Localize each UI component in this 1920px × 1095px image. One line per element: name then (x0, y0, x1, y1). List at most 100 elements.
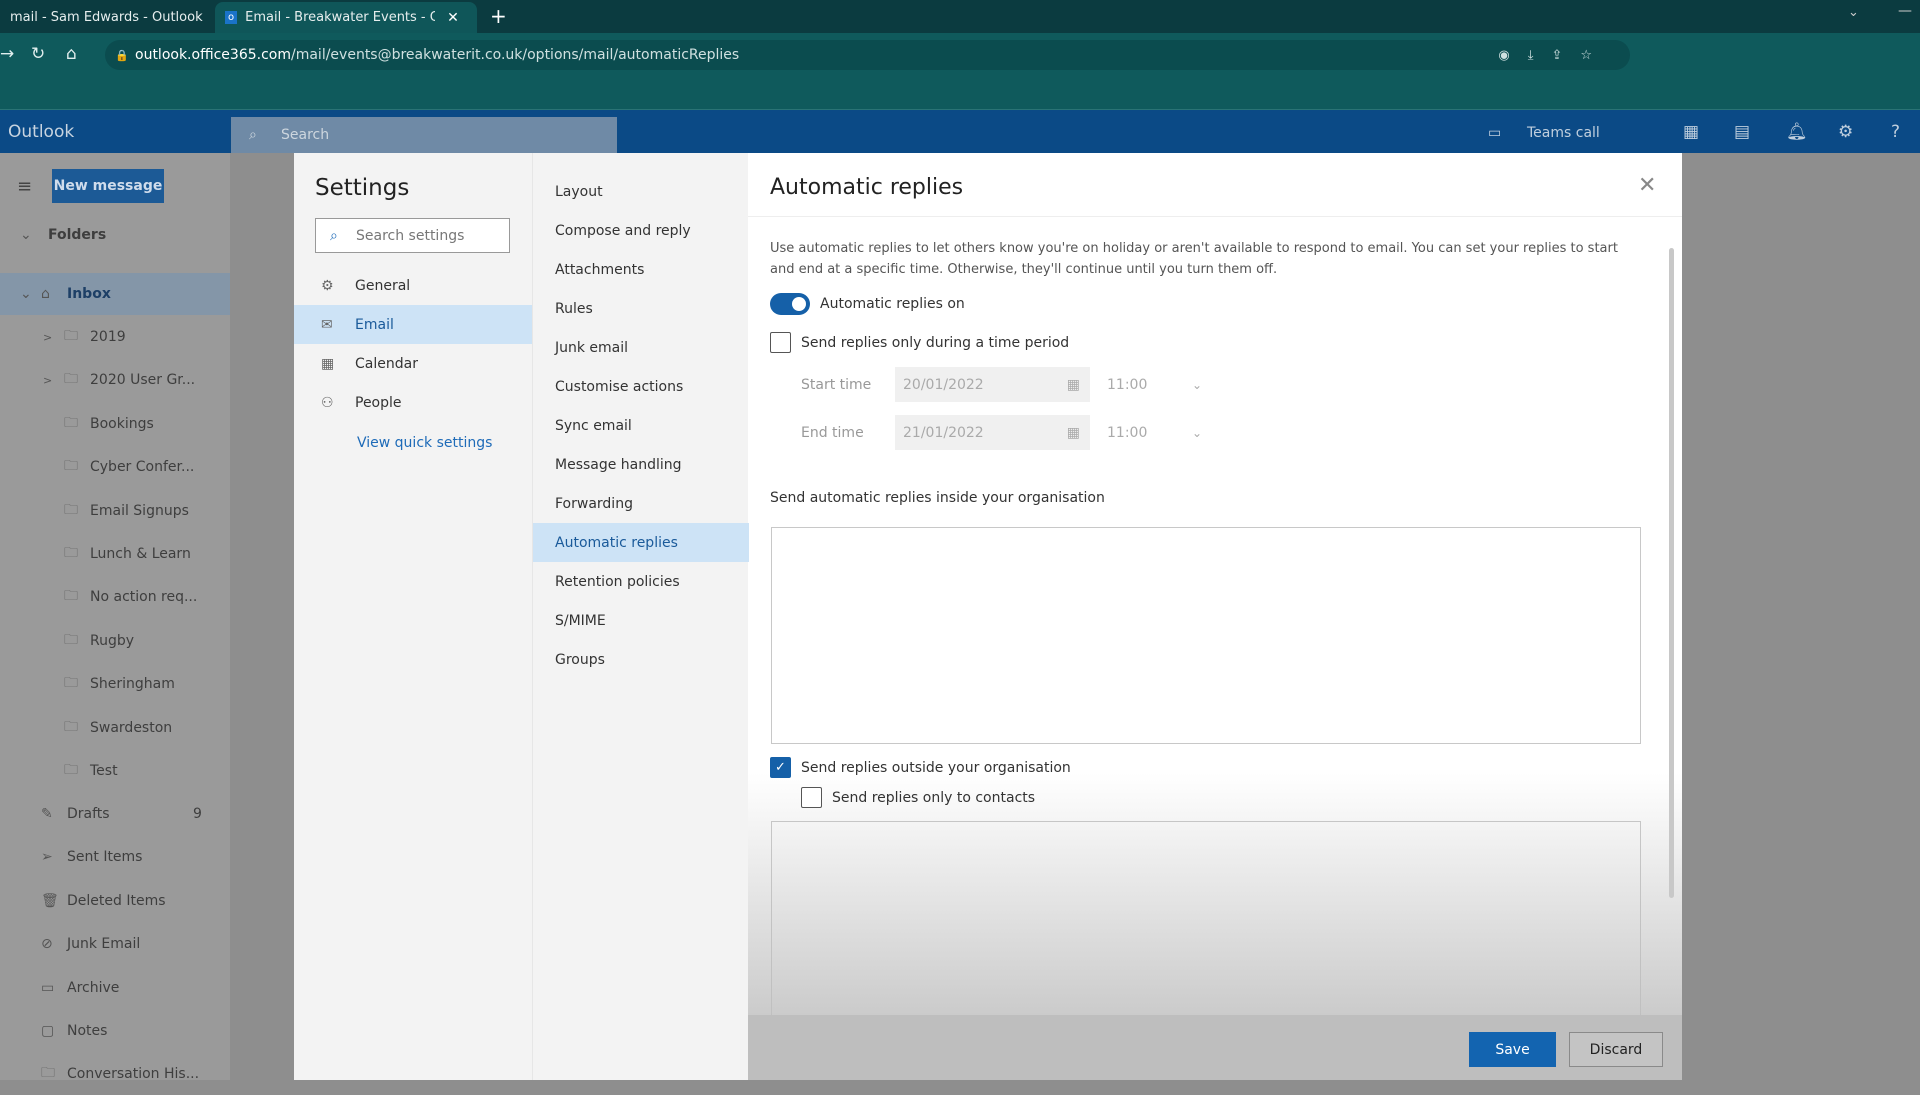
gear-icon[interactable]: ⚙ (1838, 122, 1853, 142)
unread-count: 9 (193, 806, 202, 822)
end-date-field[interactable]: 21/01/2022 ▦ (895, 415, 1090, 450)
close-icon[interactable]: ✕ (1638, 173, 1656, 198)
email-section-item[interactable]: S/MIME (533, 601, 749, 640)
subfolder-item[interactable]: 🗀︎ Rugby (0, 620, 230, 662)
calendar-icon[interactable]: ▦ (1067, 377, 1080, 393)
email-section-item[interactable]: Message handling (533, 445, 749, 484)
calendar-icon[interactable]: ▦ (1067, 425, 1080, 441)
forward-icon[interactable]: → (0, 44, 14, 64)
subfolder-item[interactable]: > 🗀︎ 2020 User Gr... (0, 359, 230, 401)
home-icon[interactable]: ⌂ (66, 44, 77, 64)
folder-item[interactable]: ▢ Notes (0, 1010, 230, 1052)
save-button[interactable]: Save (1469, 1032, 1556, 1067)
settings-category-calendar[interactable]: ▦ Calendar (294, 344, 532, 383)
new-tab-icon[interactable]: + (490, 4, 507, 28)
address-bar-actions-icon[interactable]: ◉⤓⇪☆ (1498, 48, 1610, 63)
browser-tab-active[interactable]: o Email - Breakwater Events - Outlo ✕ (215, 2, 477, 33)
calendar-check-icon[interactable]: ▤ (1734, 122, 1750, 142)
start-date-field[interactable]: 20/01/2022 ▦ (895, 367, 1090, 402)
inside-message-editor[interactable] (771, 527, 1641, 744)
folder-item[interactable]: ✎ Drafts 9 (0, 793, 230, 835)
email-section-item[interactable]: Compose and reply (533, 211, 749, 250)
note-icon: ▢ (41, 1023, 55, 1039)
contacts-only-row[interactable]: Send replies only to contacts (801, 787, 1035, 808)
email-section-item[interactable]: Groups (533, 640, 749, 679)
close-tab-icon[interactable]: ✕ (447, 10, 459, 26)
address-bar[interactable]: 🔒 outlook.office365.com/mail/events@break… (105, 40, 1630, 70)
settings-search-input[interactable]: ⌕ Search settings (315, 218, 510, 253)
contacts-only-label: Send replies only to contacts (832, 789, 1036, 806)
subfolder-item[interactable]: 🗀︎ Sheringham (0, 663, 230, 705)
subfolder-item[interactable]: 🗀︎ Test (0, 750, 230, 792)
word-icon[interactable]: ▦ (1683, 122, 1699, 142)
bell-icon[interactable]: 🔔︎ (1786, 122, 1808, 142)
auto-replies-toggle[interactable] (770, 293, 810, 315)
folder-item[interactable]: 🗑︎ Deleted Items (0, 880, 230, 922)
folder-item[interactable]: ▭ Archive (0, 967, 230, 1009)
browser-tab-bar: mail - Sam Edwards - Outlook✕ oEmail - B… (0, 0, 1920, 33)
settings-category-people[interactable]: ⚇ People (294, 383, 532, 422)
chevron-down-icon[interactable]: ⌄ (1192, 426, 1202, 440)
end-date: 21/01/2022 (903, 424, 984, 441)
browser-tab[interactable]: mail - Sam Edwards - Outlook✕ (0, 2, 212, 33)
start-date: 20/01/2022 (903, 376, 984, 393)
end-time-select[interactable]: 11:00 (1107, 425, 1192, 441)
video-icon[interactable]: ▭ (1488, 125, 1501, 141)
email-section-item[interactable]: Customise actions (533, 367, 749, 406)
subfolder-item[interactable]: 🗀︎ Cyber Confer... (0, 446, 230, 488)
outlook-brand[interactable]: Outlook (8, 122, 74, 142)
email-section-item[interactable]: Forwarding (533, 484, 749, 523)
minimize-icon[interactable]: — (1898, 3, 1912, 19)
settings-category-email[interactable]: ✉ Email (294, 305, 532, 344)
folder-label: Cyber Confer... (90, 459, 195, 476)
outside-org-checkbox[interactable]: ✓ (770, 757, 791, 778)
subfolder-item[interactable]: 🗀︎ Swardeston (0, 707, 230, 749)
start-time-select[interactable]: 11:00 (1107, 377, 1192, 393)
folder-item[interactable]: ➢ Sent Items (0, 836, 230, 878)
search-icon: ⌕ (249, 127, 257, 143)
scrollbar[interactable] (1669, 248, 1674, 898)
email-section-item[interactable]: Sync email (533, 406, 749, 445)
view-quick-settings-link[interactable]: View quick settings (357, 435, 492, 451)
time-period-checkbox[interactable] (770, 332, 791, 353)
chevron-down-icon: ⌄ (20, 227, 32, 243)
folder-inbox[interactable]: ⌄ ⌂ Inbox (0, 273, 230, 315)
subfolder-item[interactable]: 🗀︎ Bookings (0, 403, 230, 445)
chevron-down-icon[interactable]: ⌄ (1192, 378, 1202, 392)
subfolder-item[interactable]: 🗀︎ Lunch & Learn (0, 533, 230, 575)
chevron-right-icon[interactable]: > (43, 331, 52, 344)
email-section-item[interactable]: Junk email (533, 328, 749, 367)
reload-icon[interactable]: ↻ (31, 44, 45, 64)
folder-label: Drafts (67, 806, 110, 822)
folder-label: 2020 User Gr... (90, 372, 196, 389)
teams-call-button[interactable]: Teams call (1527, 125, 1600, 141)
tab-title: mail - Sam Edwards - Outlook (10, 10, 203, 25)
discard-button[interactable]: Discard (1569, 1032, 1663, 1067)
outside-org-row[interactable]: ✓ Send replies outside your organisation (770, 757, 1071, 778)
auto-replies-toggle-row[interactable]: Automatic replies on (770, 293, 965, 315)
folder-label: Lunch & Learn (90, 546, 191, 562)
new-message-button[interactable]: New message (52, 169, 164, 203)
contacts-only-checkbox[interactable] (801, 787, 822, 808)
chevron-right-icon[interactable]: > (43, 374, 52, 387)
settings-category-general[interactable]: ⚙ General (294, 266, 532, 305)
subfolder-item[interactable]: 🗀︎ No action req... (0, 576, 230, 618)
email-section-item[interactable]: Layout (533, 172, 749, 211)
tab-search-icon[interactable]: ⌄ (1848, 5, 1859, 20)
email-section-item[interactable]: Automatic replies (533, 523, 749, 562)
email-section-item[interactable]: Attachments (533, 250, 749, 289)
mail-search-input[interactable]: ⌕ Search (231, 117, 617, 153)
subfolder-item[interactable]: 🗀︎ Email Signups (0, 490, 230, 532)
folder-item[interactable]: 🗀︎ Conversation His... (0, 1053, 230, 1095)
email-section-item[interactable]: Rules (533, 289, 749, 328)
folders-header[interactable]: ⌄ Folders (0, 214, 230, 256)
help-icon[interactable]: ? (1891, 122, 1900, 142)
email-section-item[interactable]: Retention policies (533, 562, 749, 601)
time-period-row[interactable]: Send replies only during a time period (770, 332, 1069, 353)
folder-label: Bookings (90, 415, 154, 432)
folder-item[interactable]: ⊘ Junk Email (0, 923, 230, 965)
folder-label: Sent Items (67, 849, 143, 866)
hamburger-icon[interactable]: ≡ (17, 176, 32, 197)
subfolder-item[interactable]: > 🗀︎ 2019 (0, 316, 230, 358)
start-time-row: Start time 20/01/2022 ▦ 11:00 ⌄ (801, 367, 1202, 402)
